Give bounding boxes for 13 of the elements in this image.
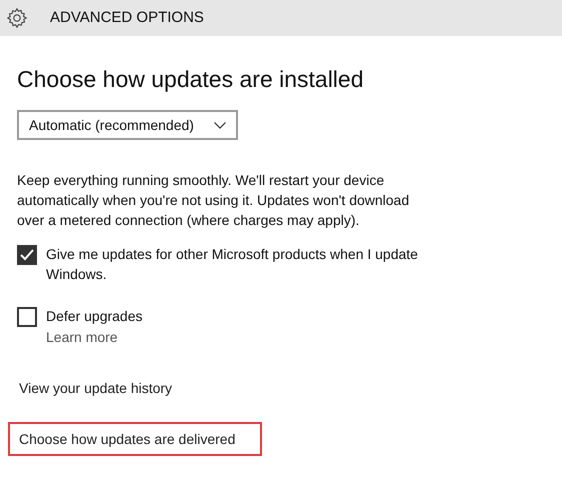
- learn-more-link[interactable]: Learn more: [46, 327, 466, 347]
- page-heading: Choose how updates are installed: [17, 65, 365, 94]
- checkbox[interactable]: [17, 245, 37, 265]
- settings-link[interactable]: View your update history: [19, 378, 172, 398]
- option-label: Give me updates for other Microsoft products when I update Windows.: [46, 245, 419, 284]
- checkbox[interactable]: [17, 307, 37, 327]
- option-label: Defer upgrades: [46, 307, 144, 326]
- chevron-down-icon: [214, 122, 226, 128]
- description-text: Keep everything running smoothly. We'll restart your device automatically when you're not using it. Updates won't download over a metered connection (where charges may apply).: [17, 171, 410, 230]
- header-title: ADVANCED OPTIONS: [50, 8, 204, 28]
- settings-link[interactable]: Choose how updates are delivered: [19, 428, 236, 450]
- settings-icon: [6, 7, 28, 29]
- install-dropdown[interactable]: Automatic (recommended): [17, 110, 238, 140]
